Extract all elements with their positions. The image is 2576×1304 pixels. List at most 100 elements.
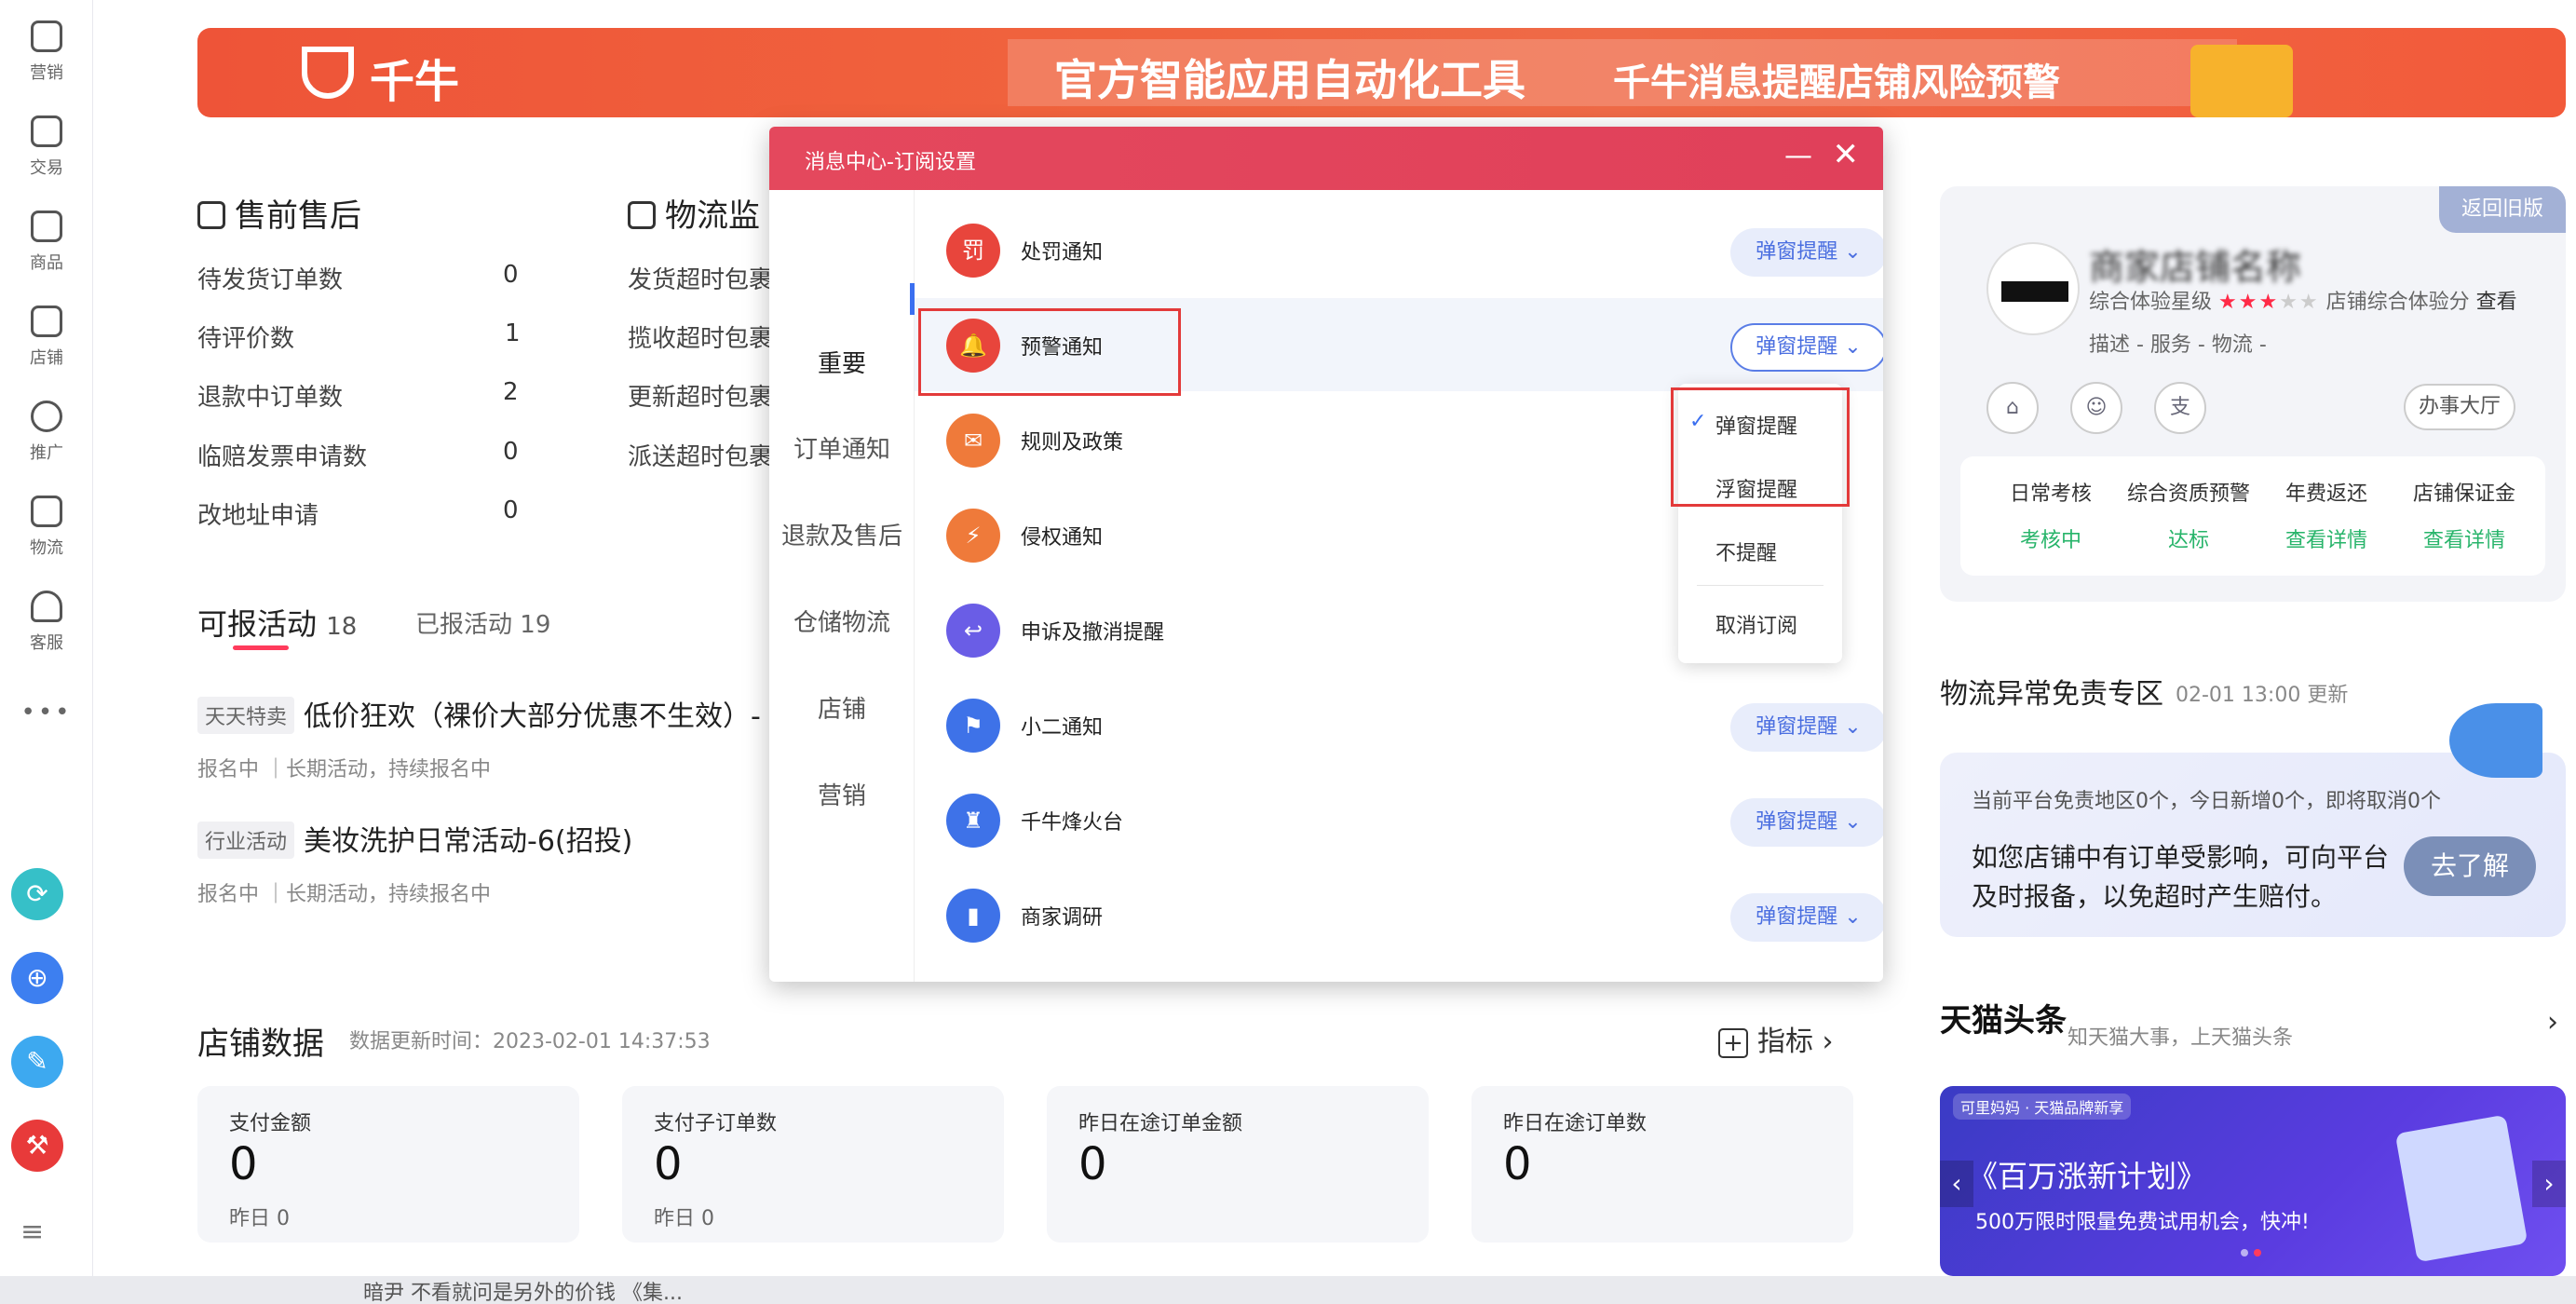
presale-icon (197, 201, 225, 229)
headset-icon (31, 591, 62, 622)
carousel-dot[interactable] (2254, 1249, 2261, 1256)
rail-item-trade[interactable]: 交易 (0, 115, 93, 179)
metric-card[interactable]: 支付金额 0 昨日 0 (197, 1086, 579, 1243)
indicator-label: 指标 (1757, 1026, 1813, 1058)
rail-item-marketing[interactable]: 营销 (0, 20, 93, 84)
notice-label: 千牛烽火台 (1021, 811, 1124, 835)
tab-available-activities[interactable]: 可报活动 18 (197, 601, 357, 644)
shop-score-line: 综合体验星级 ★★★★★ 店铺综合体验分 查看 (2089, 285, 2517, 315)
reminder-select[interactable]: 弹窗提醒 ⌄ (1730, 228, 1883, 277)
banner-brand: 千牛 (370, 56, 460, 108)
presale-row-label[interactable]: 待发货订单数 (197, 261, 343, 295)
close-icon[interactable]: ✕ (1833, 136, 1860, 173)
logistics-row-label[interactable]: 发货超时包裹 (628, 261, 773, 295)
metric-card[interactable]: 支付子订单数 0 昨日 0 (622, 1086, 1004, 1243)
check-label: 日常考核 (2009, 482, 2092, 506)
rail-item-promotion[interactable]: 推广 (0, 401, 93, 464)
rail-item-goods[interactable]: 商品 (0, 211, 93, 274)
indicator-button[interactable]: + 指标 › (1718, 1018, 1834, 1059)
metric-card[interactable]: 昨日在途订单数 0 (1471, 1086, 1853, 1243)
reminder-select[interactable]: 弹窗提醒 ⌄ (1730, 323, 1883, 372)
minimize-icon[interactable]: — (1784, 140, 1812, 172)
option-label: 不提醒 (1715, 542, 1778, 565)
plus-icon: + (1718, 1028, 1748, 1058)
score-label: 综合体验星级 (2089, 291, 2213, 314)
promo-banner[interactable]: 千牛 官方智能应用自动化工具 千牛消息提醒店铺风险预警 (197, 28, 2566, 117)
modal-tab-refund[interactable]: 退款及售后 (769, 517, 915, 551)
learn-more-button[interactable]: 去了解 (2404, 836, 2536, 896)
logistics-row-label[interactable]: 更新超时包裹 (628, 378, 773, 413)
presale-title-text: 售前售后 (235, 197, 361, 235)
carousel-dot[interactable] (2241, 1249, 2248, 1256)
edit-app-icon[interactable]: ✎ (11, 1036, 63, 1088)
reminder-select[interactable]: 弹窗提醒 ⌄ (1730, 893, 1883, 942)
tmall-news-logo: 天猫头条 (1940, 1002, 2067, 1039)
presale-row-value[interactable]: 1 (505, 319, 521, 347)
bag-app-icon[interactable]: ⊕ (11, 952, 63, 1004)
metric-value: 0 (1078, 1138, 1107, 1190)
rail-label: 推广 (30, 443, 63, 463)
presale-row-label[interactable]: 退款中订单数 (197, 378, 343, 413)
modal-tab-store[interactable]: 店铺 (769, 690, 915, 725)
megaphone-icon (2449, 703, 2542, 778)
logistics-row-label[interactable]: 派送超时包裹 (628, 438, 773, 472)
activity-tag: 天天特卖 (197, 697, 295, 734)
dropdown-divider (1697, 585, 1824, 586)
return-old-version-button[interactable]: 返回旧版 (2439, 186, 2566, 233)
rules-icon: ✉ (946, 414, 1000, 468)
promo-carousel[interactable]: 可里妈妈 · 天猫品牌新享 《百万涨新计划》 500万限时限量免费试用机会，快冲… (1940, 1086, 2566, 1276)
metric-card[interactable]: 昨日在途订单金额 0 (1047, 1086, 1429, 1243)
activity-name[interactable]: 低价狂欢（裸价大部分优惠不生效）- (304, 693, 761, 734)
logistics-row-label[interactable]: 揽收超时包裹 (628, 319, 773, 354)
presale-row-value[interactable]: 0 (503, 261, 519, 289)
tab-label: 可报活动 (197, 606, 318, 642)
sync-app-icon[interactable]: ⟳ (11, 868, 63, 920)
view-link[interactable]: 查看 (2476, 291, 2517, 314)
alipay-icon[interactable]: 支 (2154, 382, 2206, 434)
presale-row-label[interactable]: 待评价数 (197, 319, 294, 354)
more-icon[interactable]: ••• (0, 699, 93, 727)
service-hall-button[interactable]: 办事大厅 (2404, 384, 2515, 430)
chevron-right-icon: › (1822, 1026, 1834, 1058)
chevron-right-icon[interactable]: › (2547, 1006, 2558, 1039)
store-icon[interactable]: ⌂ (1986, 382, 2039, 434)
check-item[interactable]: 店铺保证金 查看详情 (2394, 477, 2534, 553)
rail-item-service[interactable]: 客服 (0, 591, 93, 654)
carousel-prev-icon[interactable]: ‹ (1940, 1161, 1973, 1207)
presale-row-value[interactable]: 2 (503, 378, 519, 406)
stars-off: ★★ (2279, 291, 2320, 314)
modal-tab-marketing[interactable]: 营销 (769, 777, 915, 811)
activity-name[interactable]: 美妆洗护日常活动-6(招投) (304, 818, 632, 859)
bottom-strip-text: 暗尹 不看就问是另外的价钱 《集... (363, 1282, 683, 1304)
penalty-icon: 罚 (946, 224, 1000, 278)
presale-row-value[interactable]: 0 (503, 438, 519, 466)
modal-tab-order[interactable]: 订单通知 (769, 430, 915, 465)
modal-tab-warehouse[interactable]: 仓储物流 (769, 604, 915, 638)
check-item[interactable]: 综合资质预警 达标 (2119, 477, 2258, 553)
clipboard-illustration-icon (2394, 1114, 2529, 1263)
presale-row-label[interactable]: 改地址申请 (197, 496, 319, 531)
rail-label: 交易 (30, 158, 63, 178)
tab-reported-activities[interactable]: 已报活动 19 (415, 605, 550, 640)
user-icon[interactable]: ☺ (2070, 382, 2122, 434)
check-status: 查看详情 (2422, 529, 2505, 552)
promo-tag: 可里妈妈 · 天猫品牌新享 (1953, 1093, 2132, 1120)
check-item[interactable]: 日常考核 考核中 (1981, 477, 2121, 553)
notice-label: 小二通知 (1021, 716, 1104, 740)
carousel-next-icon[interactable]: › (2532, 1161, 2566, 1207)
tab-count: 19 (520, 611, 551, 639)
reminder-select[interactable]: 弹窗提醒 ⌄ (1730, 798, 1883, 847)
shop-name: 商家店铺名称 (2089, 247, 2302, 288)
notice-label: 规则及政策 (1021, 431, 1124, 455)
banner-headline: 官方智能应用自动化工具 (1054, 55, 1525, 105)
shop-checks-panel: 日常考核 考核中 综合资质预警 达标 年费返还 查看详情 店铺保证金 查看详情 (1960, 456, 2545, 576)
presale-row-label[interactable]: 临赔发票申请数 (197, 438, 367, 472)
check-item[interactable]: 年费返还 查看详情 (2257, 477, 2396, 553)
presale-row-value[interactable]: 0 (503, 496, 519, 524)
hammer-app-icon[interactable]: ⚒ (11, 1120, 63, 1172)
rail-item-logistics[interactable]: 物流 (0, 496, 93, 559)
reminder-select[interactable]: 弹窗提醒 ⌄ (1730, 703, 1883, 752)
rail-item-store[interactable]: 店铺 (0, 306, 93, 369)
modal-tab-important[interactable]: 重要 (769, 345, 915, 379)
menu-icon[interactable]: ≡ (20, 1216, 44, 1248)
